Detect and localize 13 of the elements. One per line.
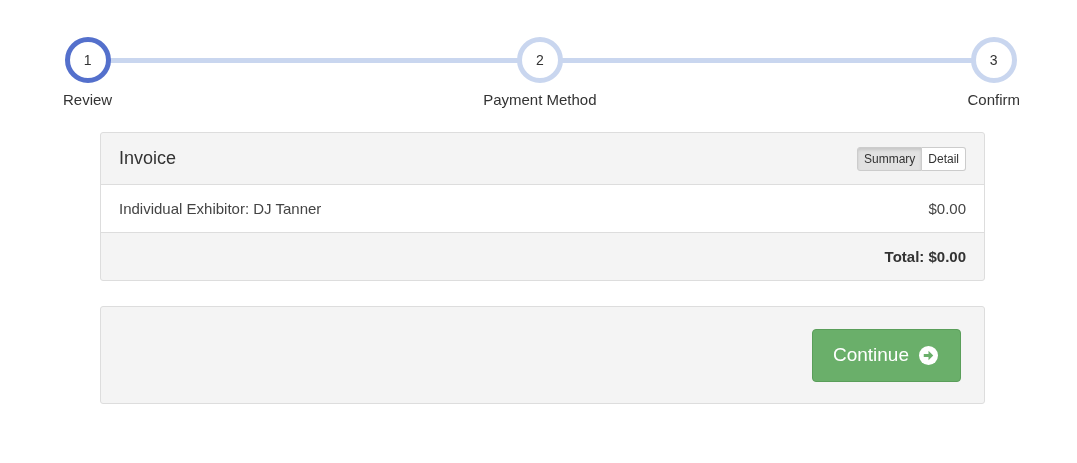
- arrow-right-icon: [919, 345, 938, 365]
- step-circle: 3: [970, 37, 1017, 83]
- step-label: Review: [63, 91, 113, 108]
- invoice-total: Total: $0.00: [884, 248, 966, 265]
- step-circle: 2: [516, 37, 563, 83]
- invoice-title: Invoice: [119, 148, 177, 169]
- item-amount: $0.00: [928, 200, 966, 217]
- item-description: Individual Exhibitor: DJ Tanner: [119, 200, 322, 217]
- step-label: Payment Method: [483, 91, 597, 108]
- view-toggle-button[interactable]: Detail: [922, 146, 966, 171]
- view-toggle-button[interactable]: Summary: [856, 146, 923, 171]
- step-label: Confirm: [967, 91, 1020, 108]
- step-circle: 1: [64, 37, 111, 83]
